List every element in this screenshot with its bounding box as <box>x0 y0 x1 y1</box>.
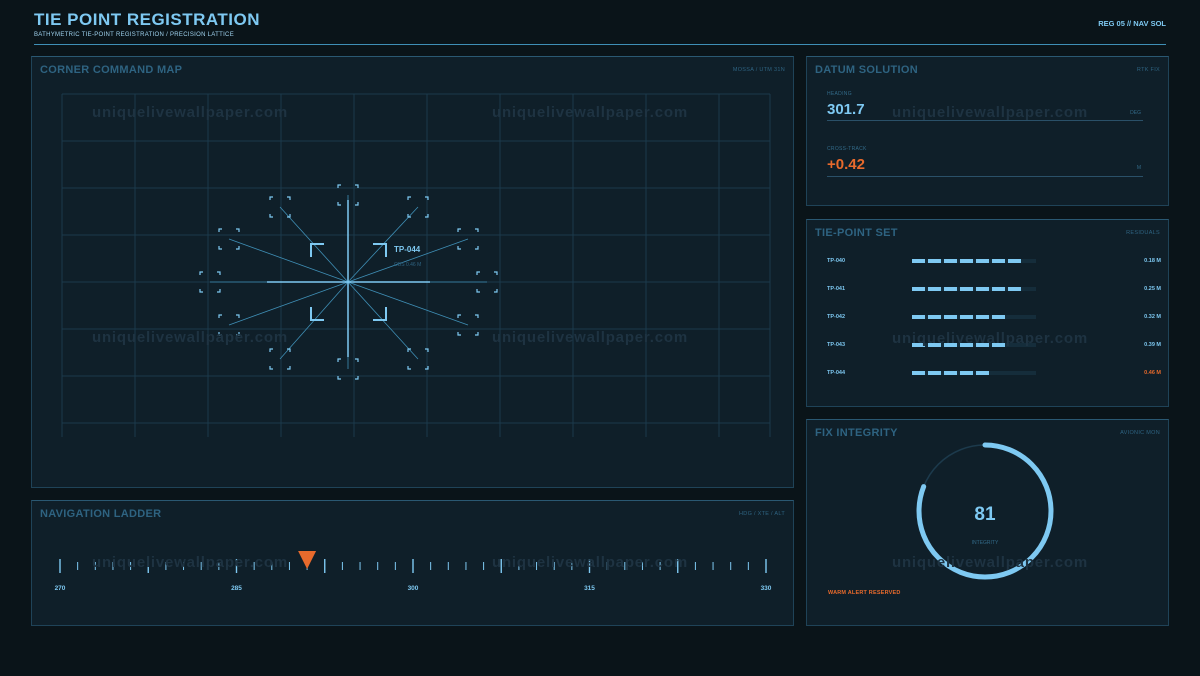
residual-segment <box>1008 259 1021 263</box>
ladder-tick-label: 330 <box>761 585 772 592</box>
residual-segment <box>912 287 925 291</box>
residual-segment <box>992 259 1005 263</box>
heading-marker <box>298 551 317 569</box>
fix-integrity-panel: FIX INTEGRITY AVIONIC MON 81 INTEGRITY W… <box>806 419 1169 626</box>
residual-value: 0.32 M <box>1144 314 1161 320</box>
datum-panel-title: DATUM SOLUTION <box>815 64 918 76</box>
navigation-ladder-panel: NAVIGATION LADDER HDG / XTE / ALT 270 285… <box>31 500 794 626</box>
residual-segment <box>992 343 1005 347</box>
residual-segment <box>944 315 957 319</box>
residual-segment <box>960 371 973 375</box>
tie-point-row[interactable]: TP-041 0.25 M <box>807 285 1169 295</box>
page-subtitle: BATHYMETRIC TIE-POINT REGISTRATION / PRE… <box>34 32 234 38</box>
header-status: REG 05 // NAV SOL <box>1098 19 1166 28</box>
datum-panel-tag: RTK FIX <box>1136 67 1160 73</box>
residual-bar <box>912 371 1036 375</box>
residual-segment <box>960 259 973 263</box>
ladder-tick-label: 315 <box>584 585 595 592</box>
heading-unit: DEG <box>1130 110 1141 116</box>
tie-point-set-panel: TIE-POINT SET RESIDUALS TP-040 0.18 M TP-0… <box>806 219 1169 407</box>
residual-segment <box>944 343 957 347</box>
cross-track-divider <box>827 176 1143 177</box>
residual-segment <box>928 371 941 375</box>
heading-label: HEADING <box>827 91 852 97</box>
corner-command-map-panel: CORNER COMMAND MAP MOSSA / UTM 31N TP-04… <box>31 56 794 488</box>
residual-segment <box>928 259 941 263</box>
residual-value: 0.46 M <box>1144 370 1161 376</box>
page-title: TIE POINT REGISTRATION <box>34 10 261 29</box>
tie-point-row[interactable]: TP-042 0.32 M <box>807 313 1169 323</box>
tie-ray <box>347 281 469 326</box>
tie-point-row[interactable]: TP-044 0.46 M <box>807 369 1169 379</box>
tie-point-id: TP-041 <box>827 286 846 292</box>
residual-segment <box>928 287 941 291</box>
residual-segment <box>928 315 941 319</box>
residual-value: 0.25 M <box>1144 286 1161 292</box>
residual-segment <box>944 287 957 291</box>
page-header: TIE POINT REGISTRATION BATHYMETRIC TIE-P… <box>34 10 1166 45</box>
watermark: uniquelivewallpaper.com <box>892 104 1088 121</box>
residual-segment <box>960 343 973 347</box>
integrity-value: 81 <box>974 504 996 525</box>
residual-segment <box>912 343 925 347</box>
heading-ladder[interactable]: 270 285 300 315 330 <box>32 501 795 627</box>
residual-bar <box>912 315 1036 319</box>
residual-segment <box>944 259 957 263</box>
tiepoint-panel-title: TIE-POINT SET <box>815 227 898 239</box>
tie-point-row[interactable]: TP-040 0.18 M <box>807 257 1169 267</box>
ladder-labels: 270 285 300 315 330 <box>55 585 772 592</box>
residual-segment <box>976 287 989 291</box>
residual-segment <box>976 259 989 263</box>
residual-segment <box>976 343 989 347</box>
residual-bar <box>912 259 1036 263</box>
integrity-label: INTEGRITY <box>972 540 999 546</box>
residual-segment <box>992 315 1005 319</box>
residual-segment <box>944 371 957 375</box>
target-sublabel: OBS 0.46 M <box>394 262 421 268</box>
tie-ray <box>228 238 349 283</box>
residual-segment <box>992 287 1005 291</box>
residual-segment <box>960 315 973 319</box>
residual-segment <box>976 371 989 375</box>
tiepoint-panel-tag: RESIDUALS <box>1126 230 1160 236</box>
cross-track-unit: M <box>1136 165 1141 171</box>
residual-value: 0.18 M <box>1144 258 1161 264</box>
residual-segment <box>912 371 925 375</box>
datum-solution-panel: DATUM SOLUTION RTK FIX HEADING 301.7 DEG… <box>806 56 1169 206</box>
cross-track-value: +0.42 <box>827 156 865 173</box>
residual-segment <box>928 343 941 347</box>
warm-alert-text: WARM ALERT RESERVED <box>828 590 901 596</box>
cross-track-label: CROSS-TRACK <box>827 146 867 152</box>
tie-ray <box>228 281 349 326</box>
target-label: TP-044 <box>394 245 421 254</box>
residual-segment <box>912 315 925 319</box>
residual-segment <box>960 287 973 291</box>
residual-bar <box>912 343 1036 347</box>
ladder-tick-label: 300 <box>408 585 419 592</box>
ladder-ticks <box>59 559 767 573</box>
heading-divider <box>827 120 1143 121</box>
tie-point-id: TP-042 <box>827 314 846 320</box>
tie-point-id: TP-043 <box>827 342 846 348</box>
residual-segment <box>1008 287 1021 291</box>
tie-point-id: TP-044 <box>827 370 846 376</box>
map-canvas[interactable]: TP-044 OBS 0.46 M <box>32 57 795 489</box>
residual-segment <box>976 315 989 319</box>
residual-value: 0.39 M <box>1144 342 1161 348</box>
residual-bar <box>912 287 1036 291</box>
ladder-tick-label: 285 <box>231 585 242 592</box>
residual-segment <box>912 259 925 263</box>
tie-point-row[interactable]: TP-043 0.39 M <box>807 341 1169 351</box>
heading-value: 301.7 <box>827 101 865 118</box>
tie-point-id: TP-040 <box>827 258 846 264</box>
ladder-tick-label: 270 <box>55 585 66 592</box>
